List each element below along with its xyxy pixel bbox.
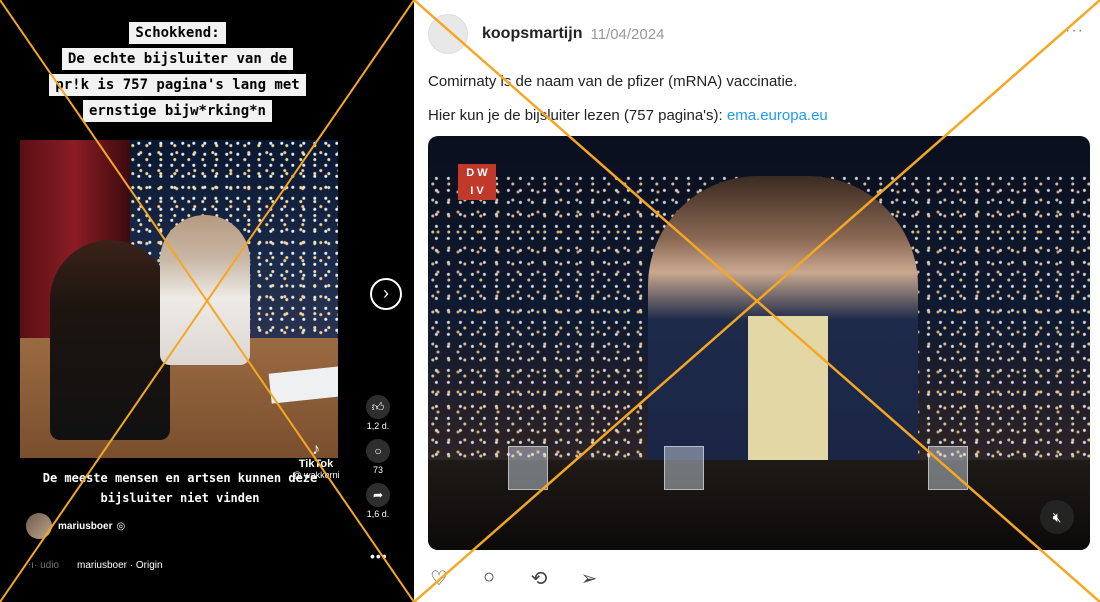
- tiktok-video-panel[interactable]: Schokkend: De echte bijsluiter van de pr…: [0, 0, 414, 602]
- audio-row[interactable]: ⋅ı· udio mariusboer · Origin: [28, 560, 163, 571]
- dwiv-logo: D W I V: [458, 164, 496, 200]
- watermark-text: TikTok: [298, 458, 334, 470]
- caption-line: pr!k is 757 pagina's lang met: [0, 74, 355, 96]
- share-icon[interactable]: ➦: [366, 483, 390, 507]
- logo-line: I V: [470, 185, 484, 197]
- post-text-line: Comirnaty is de naam van de pfizer (mRNA…: [428, 73, 798, 90]
- caption-line: ernstige bijw*rking*n: [0, 100, 355, 122]
- woman-figure: [50, 240, 170, 440]
- post-text-prefix: Hier kun je de bijsluiter lezen (757 pag…: [428, 107, 727, 124]
- speaker-shirt: [748, 316, 828, 476]
- tiktok-note-icon: ♪: [312, 441, 320, 458]
- caption-title: Schokkend:: [0, 22, 355, 44]
- comment-icon[interactable]: ○: [366, 439, 390, 463]
- heart-icon[interactable]: ♡: [428, 566, 450, 591]
- author-row[interactable]: mariusboer ◎: [26, 513, 125, 539]
- chevron-right-circle-icon[interactable]: ›: [370, 278, 402, 310]
- ema-link[interactable]: ema.europa.eu: [727, 107, 828, 124]
- mute-icon[interactable]: 🔇︎: [1040, 500, 1074, 534]
- like-action[interactable]: 👍︎ 1,2 d.: [360, 395, 396, 431]
- like-count: 1,2 d.: [366, 421, 390, 431]
- man-figure: [160, 215, 250, 365]
- tiktok-watermark: ♪ TikTok @ wakkerni: [286, 441, 346, 481]
- post-actions: ♡ ○ ⟲ ➢: [428, 566, 600, 591]
- avatar[interactable]: [26, 513, 52, 539]
- video-frame: [20, 140, 338, 458]
- repost-icon[interactable]: ⟲: [528, 566, 550, 591]
- comment-count: 73: [372, 465, 383, 475]
- send-icon[interactable]: ➢: [578, 566, 600, 591]
- water-glass: [664, 446, 704, 490]
- more-icon[interactable]: ···: [1065, 22, 1084, 40]
- post-header: koopsmartijn 11/04/2024: [428, 14, 664, 54]
- share-action[interactable]: ➦ 1,6 d.: [360, 483, 396, 519]
- logo-line: D W: [466, 167, 488, 179]
- share-count: 1,6 d.: [366, 509, 390, 519]
- thumbs-up-icon[interactable]: 👍︎: [366, 395, 390, 419]
- post-video[interactable]: D W I V 🔇︎: [428, 136, 1090, 550]
- social-post: koopsmartijn 11/04/2024 ··· Comirnaty is…: [414, 0, 1100, 602]
- subtitle-line: bijsluiter niet vinden: [100, 491, 260, 505]
- caption-line: De echte bijsluiter van de: [0, 48, 355, 70]
- instagram-icon: ◎: [116, 520, 126, 532]
- side-actions: 👍︎ 1,2 d. ○ 73 ➦ 1,6 d.: [360, 395, 396, 527]
- watermark-handle: @ wakkerni: [292, 470, 340, 480]
- water-glass: [508, 446, 548, 490]
- post-date[interactable]: 11/04/2024: [590, 26, 664, 43]
- audio-source[interactable]: mariusboer · Origin: [77, 560, 163, 571]
- water-glass: [928, 446, 968, 490]
- username[interactable]: koopsmartijn: [482, 25, 582, 43]
- comment-action[interactable]: ○ 73: [360, 439, 396, 475]
- audio-label: ⋅ı· udio: [28, 560, 59, 571]
- avatar[interactable]: [428, 14, 468, 54]
- author-name[interactable]: mariusboer: [58, 521, 112, 532]
- post-text-line: Hier kun je de bijsluiter lezen (757 pag…: [428, 107, 828, 124]
- more-icon[interactable]: •••: [370, 548, 388, 564]
- comment-icon[interactable]: ○: [478, 566, 500, 591]
